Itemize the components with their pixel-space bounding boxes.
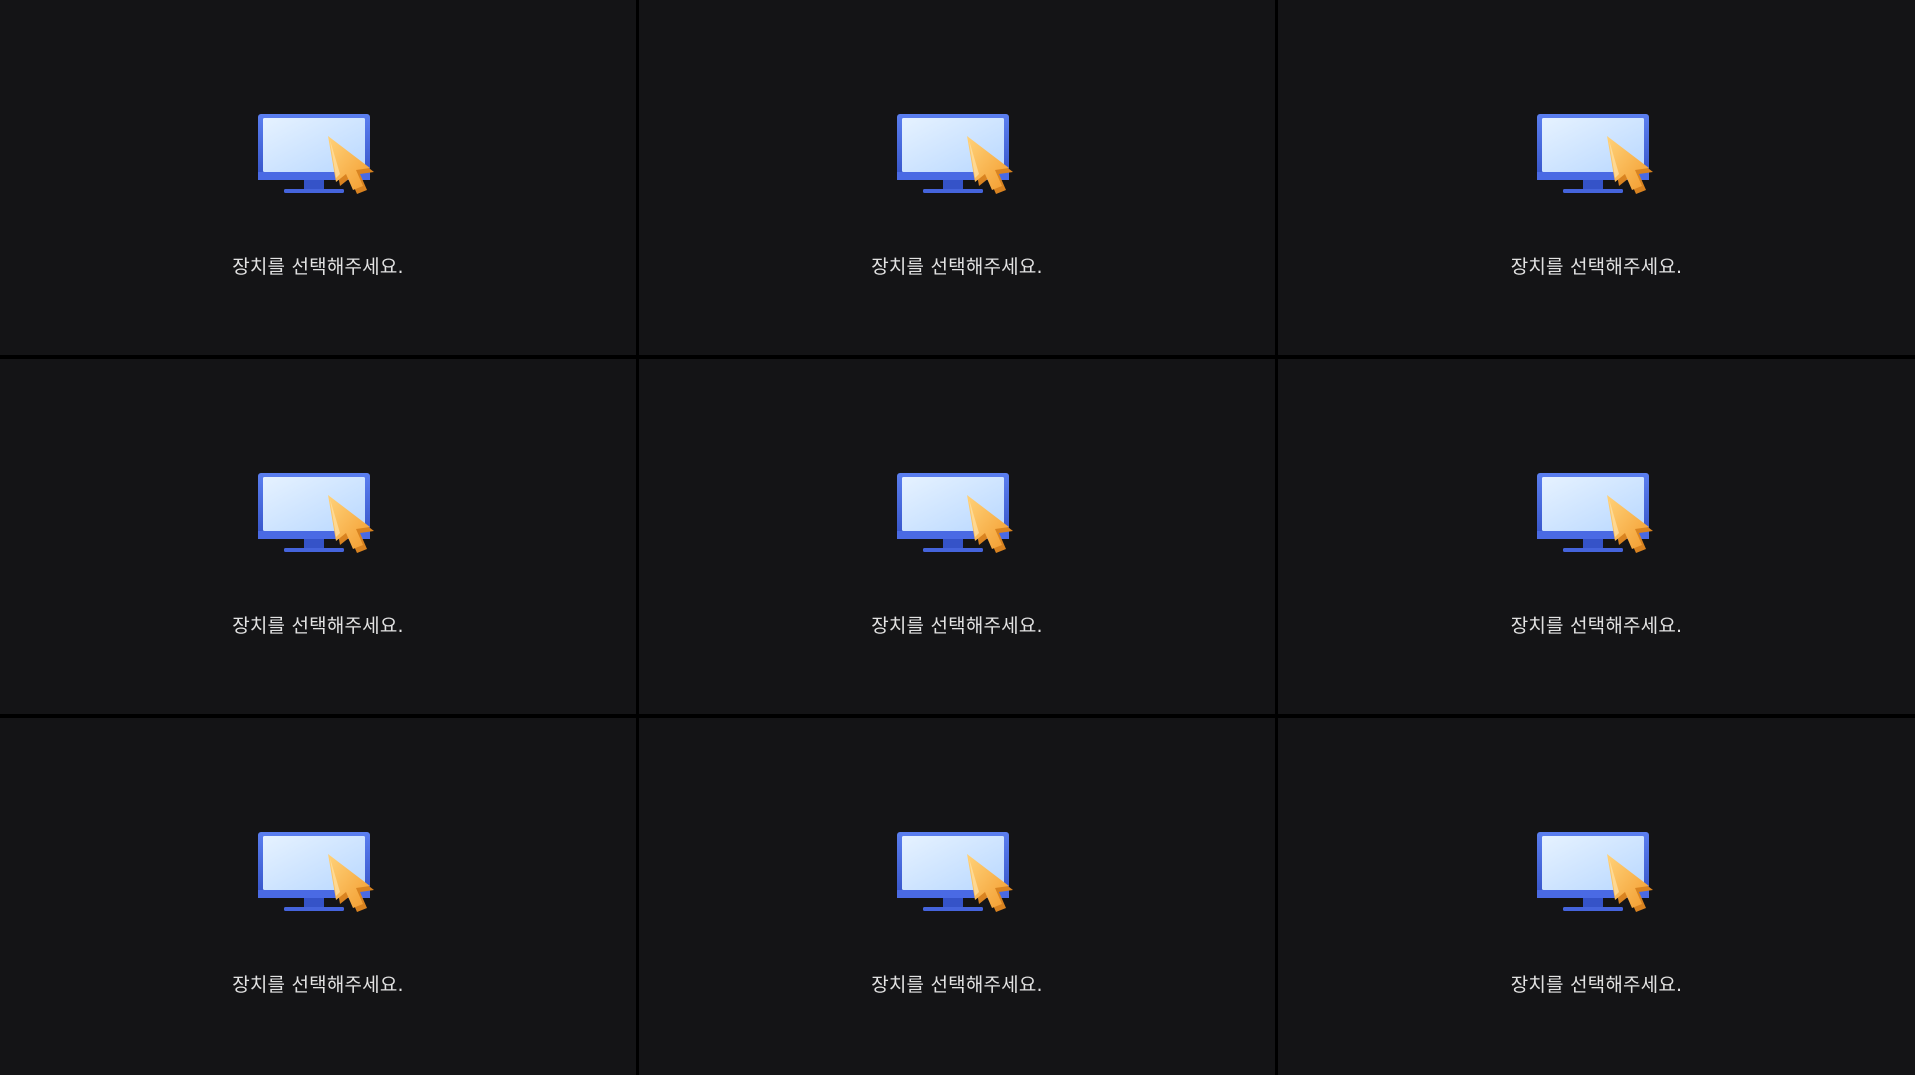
select-device-message: 장치를 선택해주세요. [1510,615,1683,637]
tile-placeholder: 장치를 선택해주세요. [198,112,438,279]
select-device-message: 장치를 선택해주세요. [871,974,1043,996]
device-tile-3[interactable]: 장치를 선택해주세요. [1278,0,1915,355]
tile-placeholder: 장치를 선택해주세요. [198,830,438,997]
select-device-message: 장치를 선택해주세요. [232,256,404,278]
tile-placeholder: 장치를 선택해주세요. [837,830,1077,997]
tile-placeholder: 장치를 선택해주세요. [1477,830,1717,997]
device-tile-8[interactable]: 장치를 선택해주세요. [639,718,1275,1075]
monitor-select-icon [1535,471,1659,555]
monitor-select-icon [895,471,1019,555]
select-device-message: 장치를 선택해주세요. [232,615,404,637]
select-device-message: 장치를 선택해주세요. [1510,256,1683,278]
monitor-select-icon [895,830,1019,914]
device-tile-4[interactable]: 장치를 선택해주세요. [0,359,636,714]
tile-placeholder: 장치를 선택해주세요. [1477,471,1717,638]
monitor-select-icon [1535,112,1659,196]
monitor-select-icon [1535,830,1659,914]
device-tile-2[interactable]: 장치를 선택해주세요. [639,0,1275,355]
select-device-message: 장치를 선택해주세요. [232,974,404,996]
monitor-select-icon [256,471,380,555]
tile-placeholder: 장치를 선택해주세요. [837,112,1077,279]
device-tile-1[interactable]: 장치를 선택해주세요. [0,0,636,355]
device-tile-7[interactable]: 장치를 선택해주세요. [0,718,636,1075]
monitor-select-icon [895,112,1019,196]
device-tile-5[interactable]: 장치를 선택해주세요. [639,359,1275,714]
tile-placeholder: 장치를 선택해주세요. [837,471,1077,638]
select-device-message: 장치를 선택해주세요. [871,615,1043,637]
tile-placeholder: 장치를 선택해주세요. [1477,112,1717,279]
monitor-select-icon [256,830,380,914]
select-device-message: 장치를 선택해주세요. [1510,974,1683,996]
device-tile-6[interactable]: 장치를 선택해주세요. [1278,359,1915,714]
select-device-message: 장치를 선택해주세요. [871,256,1043,278]
tile-placeholder: 장치를 선택해주세요. [198,471,438,638]
monitor-select-icon [256,112,380,196]
device-tile-9[interactable]: 장치를 선택해주세요. [1278,718,1915,1075]
video-wall-grid: 장치를 선택해주세요. 장치를 선택해주세요. 장치를 선택해주세요. 장치를 … [0,0,1915,1075]
